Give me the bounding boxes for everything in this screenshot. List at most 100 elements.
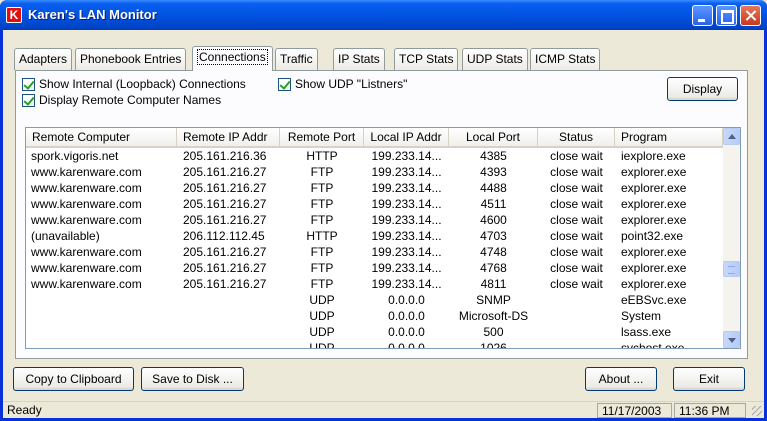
- status-text: Ready: [7, 403, 42, 417]
- cell-local-port: 4393: [480, 165, 507, 179]
- cell-remote-port: HTTP: [306, 149, 338, 163]
- table-row[interactable]: www.karenware.com 205.161.216.27 FTP 199.23…: [26, 276, 723, 292]
- maximize-button[interactable]: [716, 5, 737, 26]
- cell-local-port: 4600: [480, 213, 507, 227]
- table-row[interactable]: www.karenware.com 205.161.216.27 FTP 199.23…: [26, 212, 723, 228]
- column-header-status[interactable]: Status: [538, 128, 615, 146]
- cell-status: [538, 340, 615, 348]
- cell-local-port: 4748: [480, 245, 507, 259]
- tab-adapters[interactable]: Adapters: [14, 48, 73, 70]
- cell-remote-computer: [31, 292, 177, 308]
- table-row[interactable]: UDP 0.0.0.0 500 lsass.exe: [26, 324, 723, 340]
- show-loopback-checkbox[interactable]: Show Internal (Loopback) Connections: [22, 77, 246, 91]
- cell-status: close wait: [550, 245, 603, 259]
- status-time: 11:36 PM: [674, 403, 746, 418]
- title-bar[interactable]: K Karen's LAN Monitor: [0, 0, 767, 30]
- cell-remote-port: FTP: [310, 181, 334, 195]
- show-udp-listeners-checkbox[interactable]: Show UDP "Listners": [278, 77, 407, 91]
- table-row[interactable]: www.karenware.com 205.161.216.27 FTP 199.23…: [26, 260, 723, 276]
- cell-status: close wait: [550, 229, 603, 243]
- cell-remote-port: FTP: [310, 165, 334, 179]
- cell-local-ip: 199.233.14...: [371, 277, 442, 291]
- table-row[interactable]: UDP 0.0.0.0 SNMP eEBSvc.exe: [26, 292, 723, 308]
- column-header-remote-port[interactable]: Remote Port: [280, 128, 364, 146]
- copy-to-clipboard-button[interactable]: Copy to Clipboard: [13, 367, 134, 391]
- display-button[interactable]: Display: [667, 77, 738, 101]
- cell-program: eEBSvc.exe: [621, 293, 687, 307]
- cell-local-port: 500: [483, 325, 504, 339]
- cell-remote-computer: www.karenware.com: [31, 213, 142, 227]
- table-row[interactable]: UDP 0.0.0.0 1026 svchost.exe: [26, 340, 723, 348]
- column-header-program[interactable]: Program: [615, 128, 723, 146]
- cell-local-port: 4385: [480, 149, 507, 163]
- cell-local-port: 4703: [480, 229, 507, 243]
- tab-phonebook-entries[interactable]: Phonebook Entries: [75, 48, 187, 70]
- cell-remote-computer: spork.vigoris.net: [31, 149, 119, 163]
- cell-remote-ip: [183, 340, 280, 348]
- tab-traffic[interactable]: Traffic: [275, 48, 318, 70]
- status-bar: Ready 11/17/2003 11:36 PM: [3, 401, 764, 418]
- cell-remote-computer: [31, 308, 177, 324]
- cell-local-port: Microsoft-DS: [458, 309, 529, 323]
- display-remote-names-checkbox[interactable]: Display Remote Computer Names: [22, 93, 221, 107]
- cell-remote-ip: 206.112.112.45: [183, 229, 265, 243]
- cell-program: svchost.exe: [621, 341, 685, 348]
- app-icon[interactable]: K: [6, 7, 22, 23]
- about-button[interactable]: About ...: [585, 367, 657, 391]
- cell-status: [538, 324, 615, 340]
- vertical-scrollbar[interactable]: [723, 128, 740, 348]
- column-header-local-ip[interactable]: Local IP Addr: [364, 128, 449, 146]
- cell-remote-computer: www.karenware.com: [31, 261, 142, 275]
- cell-remote-port: UDP: [309, 325, 335, 339]
- column-header-remote-computer[interactable]: Remote Computer: [26, 128, 177, 146]
- tab-udp-stats[interactable]: UDP Stats: [462, 48, 528, 70]
- table-row[interactable]: spork.vigoris.net 205.161.216.36 HTTP 199.2…: [26, 148, 723, 164]
- table-row[interactable]: www.karenware.com 205.161.216.27 FTP 199.23…: [26, 180, 723, 196]
- cell-remote-ip: 205.161.216.27: [183, 245, 267, 259]
- cell-program: explorer.exe: [621, 181, 687, 195]
- scroll-down-arrow-icon[interactable]: [723, 331, 740, 348]
- cell-local-ip: 199.233.14...: [371, 165, 442, 179]
- tab-icmp-stats[interactable]: ICMP Stats: [530, 48, 601, 70]
- cell-program: explorer.exe: [621, 261, 687, 275]
- cell-remote-computer: www.karenware.com: [31, 245, 142, 259]
- cell-remote-ip: 205.161.216.27: [183, 165, 267, 179]
- cell-remote-port: FTP: [310, 197, 334, 211]
- scroll-up-arrow-icon[interactable]: [723, 128, 740, 145]
- list-rows: spork.vigoris.net 205.161.216.36 HTTP 199.2…: [26, 148, 723, 348]
- cell-local-ip: 199.233.14...: [371, 149, 442, 163]
- connections-list[interactable]: Remote Computer Remote IP Addr Remote Po…: [25, 127, 741, 349]
- close-button[interactable]: [740, 5, 761, 26]
- cell-status: close wait: [550, 213, 603, 227]
- cell-remote-port: UDP: [309, 341, 335, 348]
- cell-local-port: 4811: [480, 277, 507, 291]
- save-to-disk-button[interactable]: Save to Disk ...: [141, 367, 244, 391]
- cell-program: point32.exe: [621, 229, 684, 243]
- tab-tcp-stats[interactable]: TCP Stats: [394, 48, 459, 70]
- cell-local-ip: 199.233.14...: [371, 261, 442, 275]
- cell-program: lsass.exe: [621, 325, 672, 339]
- cell-remote-ip: 205.161.216.27: [183, 181, 267, 195]
- cell-status: close wait: [550, 149, 603, 163]
- cell-status: [538, 308, 615, 324]
- cell-remote-port: UDP: [309, 309, 335, 323]
- table-row[interactable]: (unavailable) 206.112.112.45 HTTP 199.233.1…: [26, 228, 723, 244]
- cell-remote-port: UDP: [309, 293, 335, 307]
- table-row[interactable]: UDP 0.0.0.0 Microsoft-DS System: [26, 308, 723, 324]
- column-header-remote-ip[interactable]: Remote IP Addr: [177, 128, 280, 146]
- cell-remote-ip: 205.161.216.27: [183, 197, 267, 211]
- tab-connections[interactable]: Connections: [192, 46, 273, 71]
- cell-program: explorer.exe: [621, 197, 687, 211]
- tab-ip-stats[interactable]: IP Stats: [333, 48, 385, 70]
- cell-status: close wait: [550, 197, 603, 211]
- cell-local-ip: 199.233.14...: [371, 245, 442, 259]
- table-row[interactable]: www.karenware.com 205.161.216.27 FTP 199.23…: [26, 196, 723, 212]
- cell-local-port: SNMP: [476, 293, 511, 307]
- table-row[interactable]: www.karenware.com 205.161.216.27 FTP 199.23…: [26, 244, 723, 260]
- resize-grip-icon[interactable]: [752, 406, 762, 416]
- exit-button[interactable]: Exit: [673, 367, 745, 391]
- minimize-button[interactable]: [692, 5, 713, 26]
- table-row[interactable]: www.karenware.com 205.161.216.27 FTP 199.23…: [26, 164, 723, 180]
- column-header-local-port[interactable]: Local Port: [449, 128, 538, 146]
- scroll-thumb[interactable]: [723, 261, 740, 277]
